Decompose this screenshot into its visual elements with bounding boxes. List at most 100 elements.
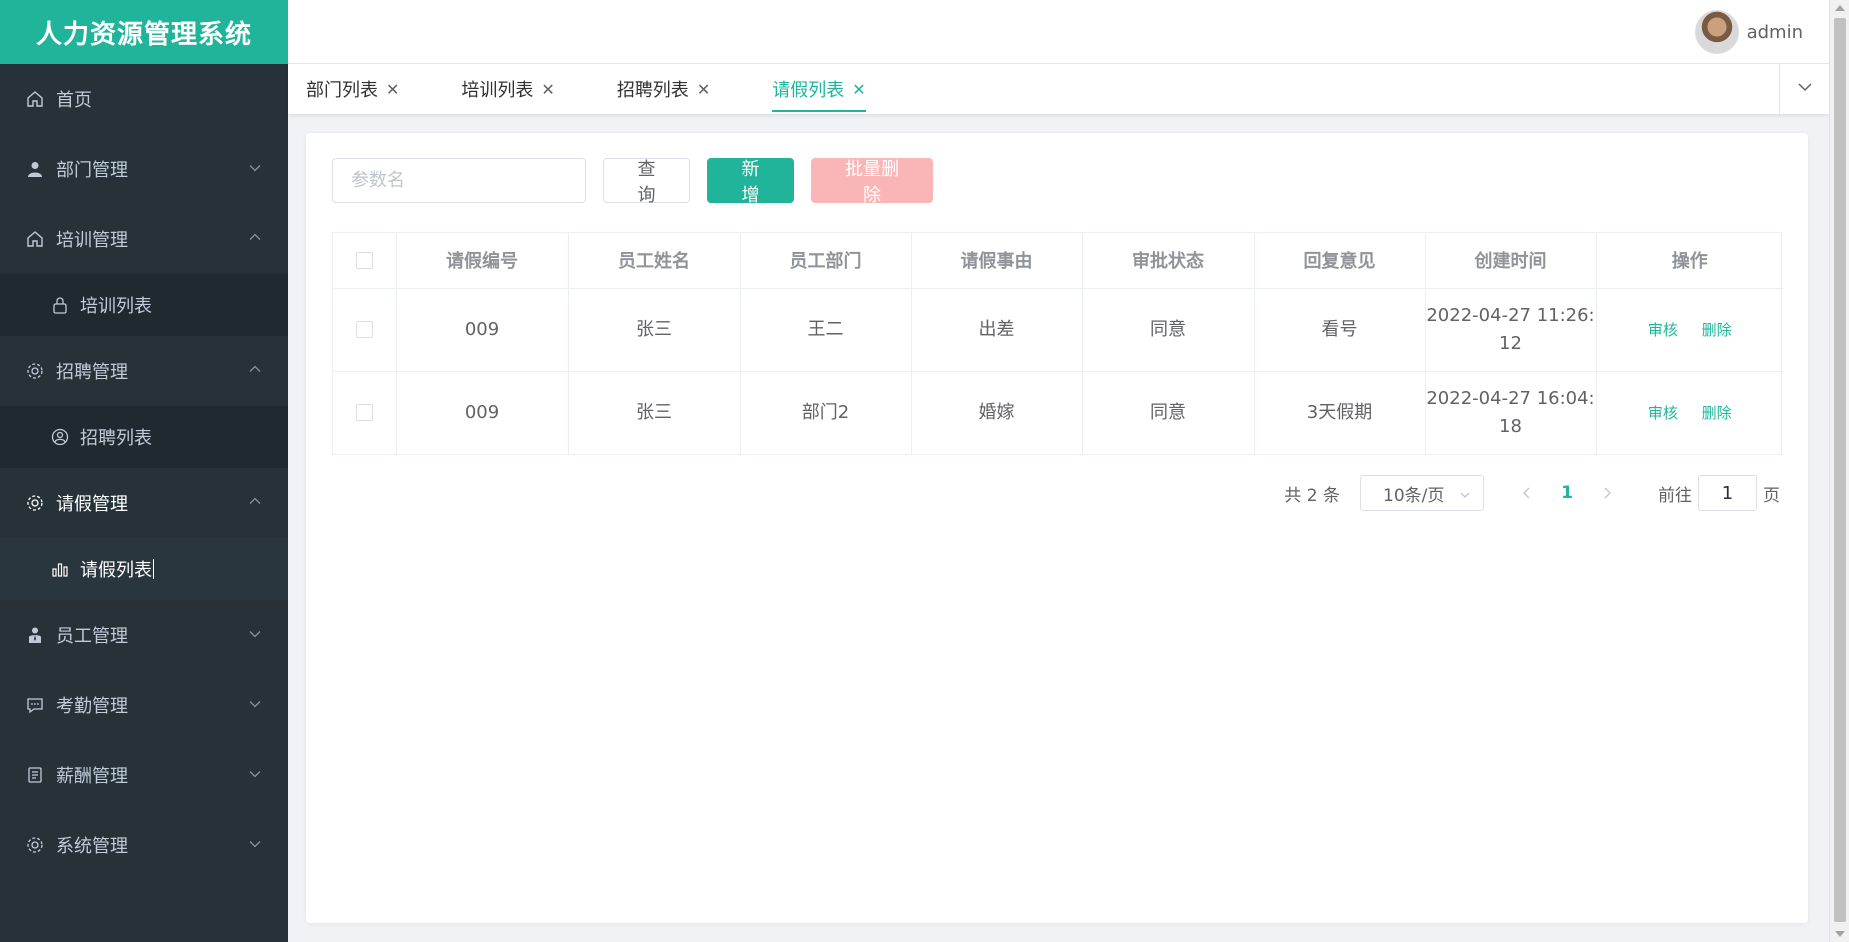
sidebar-item-training-list[interactable]: 培训列表 [0,274,288,336]
sidebar-item-salary[interactable]: 薪酬管理 [0,740,288,810]
sidebar-item-leave-list[interactable]: 请假列表 [0,538,288,600]
avatar[interactable] [1694,10,1739,54]
sidebar-item-label: 培训管理 [56,230,128,251]
sidebar-item-label: 招聘管理 [56,362,128,383]
cell-actions: 审核 删除 [1596,288,1783,372]
tab-label: 请假列表 [772,80,845,101]
cell-employee-name: 张三 [568,288,741,372]
page-scrollbar[interactable] [1829,0,1849,942]
chevron-down-icon [248,835,262,856]
tabs-more-button[interactable] [1779,64,1829,114]
username[interactable]: admin [1747,22,1803,43]
column-header: 员工部门 [740,233,912,289]
tab-training-list[interactable]: 培训列表 ✕ [443,64,572,114]
leave-table: 请假编号 员工姓名 员工部门 请假事由 审批状态 回复意见 创建时间 操作 00… [332,232,1783,455]
cell-status: 同意 [1082,371,1255,454]
tab-label: 招聘列表 [616,80,689,101]
select-all-checkbox[interactable] [355,252,373,270]
column-header: 审批状态 [1082,233,1255,289]
close-icon[interactable]: ✕ [386,80,399,99]
cell-reply: 看号 [1254,288,1426,372]
sidebar-item-employee[interactable]: 员工管理 [0,600,288,670]
sidebar-item-recruitment[interactable]: 招聘管理 [0,336,288,406]
row-checkbox[interactable] [355,404,373,422]
cell-created-time: 2022-04-27 11:26: 12 [1425,288,1597,372]
search-input[interactable] [332,158,586,203]
cell-reason: 出差 [911,288,1083,372]
review-link[interactable]: 审核 [1648,321,1678,339]
sidebar-item-training[interactable]: 培训管理 [0,204,288,274]
person-circle-icon [50,427,70,447]
bar-chart-icon [50,559,70,579]
page-size-select[interactable]: 10条/页 [1360,475,1484,511]
cell-status: 同意 [1082,288,1255,372]
column-header: 请假编号 [396,233,569,289]
scroll-thumb[interactable] [1834,18,1846,922]
row-select-cell[interactable] [333,371,397,454]
next-page-button[interactable] [1592,475,1622,511]
table-header-row: 请假编号 员工姓名 员工部门 请假事由 审批状态 回复意见 创建时间 操作 [333,233,1783,289]
tab-bar: 部门列表 ✕ 培训列表 ✕ 招聘列表 ✕ 请假列表 ✕ [288,64,1829,114]
sidebar-item-label: 员工管理 [56,626,128,647]
sidebar-item-system[interactable]: 系统管理 [0,810,288,880]
gear-icon [24,360,46,382]
sidebar-item-label: 请假列表 [80,560,152,581]
row-checkbox[interactable] [355,321,373,338]
goto-suffix: 页 [1763,485,1780,506]
query-button[interactable]: 查询 [603,158,690,206]
sidebar-item-label: 培训列表 [80,296,152,317]
page-number-current[interactable]: 1 [1542,483,1592,503]
sidebar-item-leave[interactable]: 请假管理 [0,468,288,538]
home-icon [24,228,46,250]
cell-employee-dept: 部门2 [740,371,912,454]
sidebar-item-label: 薪酬管理 [56,766,128,787]
user-icon [24,158,46,180]
scroll-up-icon[interactable] [1835,5,1845,11]
sidebar-item-label: 请假管理 [56,494,128,515]
chevron-down-icon [248,159,262,180]
close-icon[interactable]: ✕ [852,80,865,99]
sidebar-item-home[interactable]: 首页 [0,64,288,134]
table-row: 009 张三 王二 出差 同意 看号 2022-04-27 11:26: 12 … [333,288,1783,372]
sidebar-item-recruitment-list[interactable]: 招聘列表 [0,406,288,468]
select-all-cell[interactable] [333,233,397,289]
tab-department-list[interactable]: 部门列表 ✕ [288,64,417,114]
chevron-up-icon [248,361,262,382]
close-icon[interactable]: ✕ [541,80,554,99]
cell-leave-id: 009 [396,371,569,454]
sidebar: 人力资源管理系统 首页 部门管理 培训管理 培训列表 招聘管理 招聘列表 请假管… [0,0,288,942]
lock-icon [50,295,70,315]
delete-link[interactable]: 删除 [1702,404,1732,422]
close-icon[interactable]: ✕ [697,80,710,99]
sidebar-item-attendance[interactable]: 考勤管理 [0,670,288,740]
user-menu[interactable]: admin [1694,10,1803,54]
column-header: 操作 [1596,233,1783,289]
sidebar-item-label: 首页 [56,90,92,111]
chevron-down-icon [248,695,262,716]
page-size-value: 10条/页 [1383,485,1445,506]
cell-leave-id: 009 [396,288,569,372]
content-card: 查询 新增 批量删除 请假编号 员工姓名 员工部门 请假事由 审批状态 回复意见… [306,133,1808,923]
goto-prefix: 前往 [1658,485,1692,506]
created-time-line2: 12 [1499,332,1522,354]
prev-page-button[interactable] [1512,475,1542,511]
total-count: 共 2 条 [1284,485,1340,506]
person-icon [24,624,46,646]
created-time-line1: 2022-04-27 16:04: [1426,387,1595,409]
chevron-down-icon [248,625,262,646]
goto-page-input[interactable] [1698,475,1757,511]
sidebar-item-department[interactable]: 部门管理 [0,134,288,204]
gear-icon [24,834,46,856]
scroll-down-icon[interactable] [1835,931,1845,937]
table-row: 009 张三 部门2 婚嫁 同意 3天假期 2022-04-27 16:04: … [333,371,1783,454]
pagination: 共 2 条 10条/页 1 前往 页 [1284,475,1780,511]
row-select-cell[interactable] [333,288,397,372]
tab-label: 培训列表 [461,80,534,101]
delete-link[interactable]: 删除 [1702,321,1732,339]
tab-recruitment-list[interactable]: 招聘列表 ✕ [599,64,728,114]
batch-delete-button[interactable]: 批量删除 [811,158,933,206]
review-link[interactable]: 审核 [1648,404,1678,422]
add-button[interactable]: 新增 [707,158,794,206]
tab-leave-list[interactable]: 请假列表 ✕ [754,64,883,114]
sidebar-item-label: 系统管理 [56,836,128,857]
